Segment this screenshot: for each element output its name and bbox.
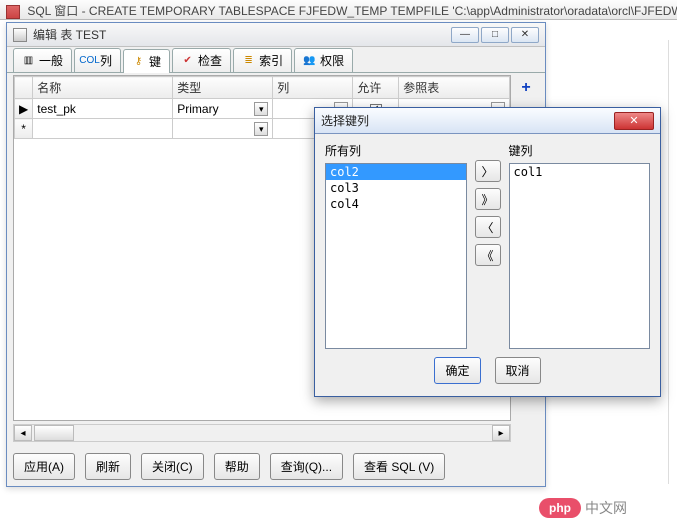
help-button[interactable]: 帮助 [214, 453, 260, 480]
tab-keys[interactable]: ⚷键 [123, 49, 170, 73]
inner-title-text: 编辑 表 TEST [33, 26, 451, 43]
maximize-button[interactable]: □ [481, 27, 509, 43]
row-marker: ▶ [15, 99, 33, 119]
dialog-title-text: 选择键列 [321, 112, 614, 129]
scroll-left-button[interactable]: ◂ [14, 425, 32, 441]
inner-title-bar[interactable]: 编辑 表 TEST — □ ✕ [7, 23, 545, 47]
tab-checks[interactable]: ✔检查 [172, 48, 231, 72]
col-ref-header[interactable]: 参照表 [399, 77, 510, 99]
move-right-button[interactable]: 〉 [475, 160, 501, 182]
row-marker: * [15, 119, 33, 139]
button-row: 应用(A) 刷新 关闭(C) 帮助 查询(Q)... 查看 SQL (V) [13, 453, 539, 480]
list-item[interactable]: col4 [326, 196, 466, 212]
all-columns-listbox[interactable]: col2col3col4 [325, 163, 467, 349]
view-sql-button[interactable]: 查看 SQL (V) [353, 453, 445, 480]
cell-type[interactable]: ▾ [173, 119, 273, 139]
close-window-button[interactable]: 关闭(C) [141, 453, 204, 480]
table-icon [13, 28, 27, 42]
list-item[interactable]: col3 [326, 180, 466, 196]
col-allow-header[interactable]: 允许 [353, 77, 399, 99]
sql-icon [6, 5, 20, 19]
scroll-thumb[interactable] [34, 425, 74, 441]
brand-text: 中文网 [585, 498, 627, 518]
outer-title-text: SQL 窗口 - CREATE TEMPORARY TABLESPACE FJF… [27, 4, 677, 18]
col-name-header[interactable]: 名称 [33, 77, 173, 99]
php-pill: php [539, 498, 581, 518]
dialog-close-button[interactable]: ✕ [614, 112, 654, 130]
checks-icon: ✔ [181, 54, 194, 67]
list-item[interactable]: col1 [510, 164, 650, 180]
list-item[interactable]: col2 [326, 164, 466, 180]
col-type-header[interactable]: 类型 [173, 77, 273, 99]
cell-name[interactable] [33, 119, 173, 139]
tab-general[interactable]: ▥一般 [13, 48, 72, 72]
key-columns-listbox[interactable]: col1 [509, 163, 651, 349]
scroll-right-button[interactable]: ▸ [492, 425, 510, 441]
outer-title-bar: SQL 窗口 - CREATE TEMPORARY TABLESPACE FJF… [0, 0, 677, 20]
add-row-button[interactable]: + [521, 79, 530, 97]
select-key-columns-dialog: 选择键列 ✕ 所有列 col2col3col4 〉 》 〈 《 键列 col1 [314, 107, 661, 397]
brand-badge: php 中文网 [539, 498, 627, 518]
minimize-button[interactable]: — [451, 27, 479, 43]
general-icon: ▥ [22, 54, 35, 67]
privileges-icon: 👥 [303, 54, 316, 67]
query-button[interactable]: 查询(Q)... [270, 453, 343, 480]
indexes-icon: ≣ [242, 54, 255, 67]
type-dropdown-icon[interactable]: ▾ [254, 102, 268, 116]
close-button[interactable]: ✕ [511, 27, 539, 43]
tab-columns[interactable]: COL列 [74, 48, 121, 72]
move-all-left-button[interactable]: 《 [475, 244, 501, 266]
apply-button[interactable]: 应用(A) [13, 453, 75, 480]
key-cols-label: 键列 [509, 142, 651, 159]
type-dropdown-icon[interactable]: ▾ [254, 122, 268, 136]
cell-type[interactable]: Primary▾ [173, 99, 273, 119]
move-all-right-button[interactable]: 》 [475, 188, 501, 210]
horizontal-scrollbar[interactable]: ◂ ▸ [13, 424, 511, 442]
tab-privileges[interactable]: 👥权限 [294, 48, 353, 72]
keys-icon: ⚷ [132, 55, 145, 68]
outer-window: SQL 窗口 - CREATE TEMPORARY TABLESPACE FJF… [0, 0, 677, 524]
dialog-title-bar[interactable]: 选择键列 ✕ [315, 108, 660, 134]
divider [668, 40, 669, 484]
tabs-bar: ▥一般 COL列 ⚷键 ✔检查 ≣索引 👥权限 [7, 47, 545, 73]
col-cols-header[interactable]: 列 [273, 77, 353, 99]
tab-indexes[interactable]: ≣索引 [233, 48, 292, 72]
cell-name[interactable]: test_pk [33, 99, 173, 119]
all-cols-label: 所有列 [325, 142, 467, 159]
grid-header-row: 名称 类型 列 允许 参照表 [15, 77, 510, 99]
move-left-button[interactable]: 〈 [475, 216, 501, 238]
refresh-button[interactable]: 刷新 [85, 453, 131, 480]
ok-button[interactable]: 确定 [434, 357, 480, 384]
columns-icon: COL [83, 54, 96, 67]
cancel-button[interactable]: 取消 [495, 357, 541, 384]
